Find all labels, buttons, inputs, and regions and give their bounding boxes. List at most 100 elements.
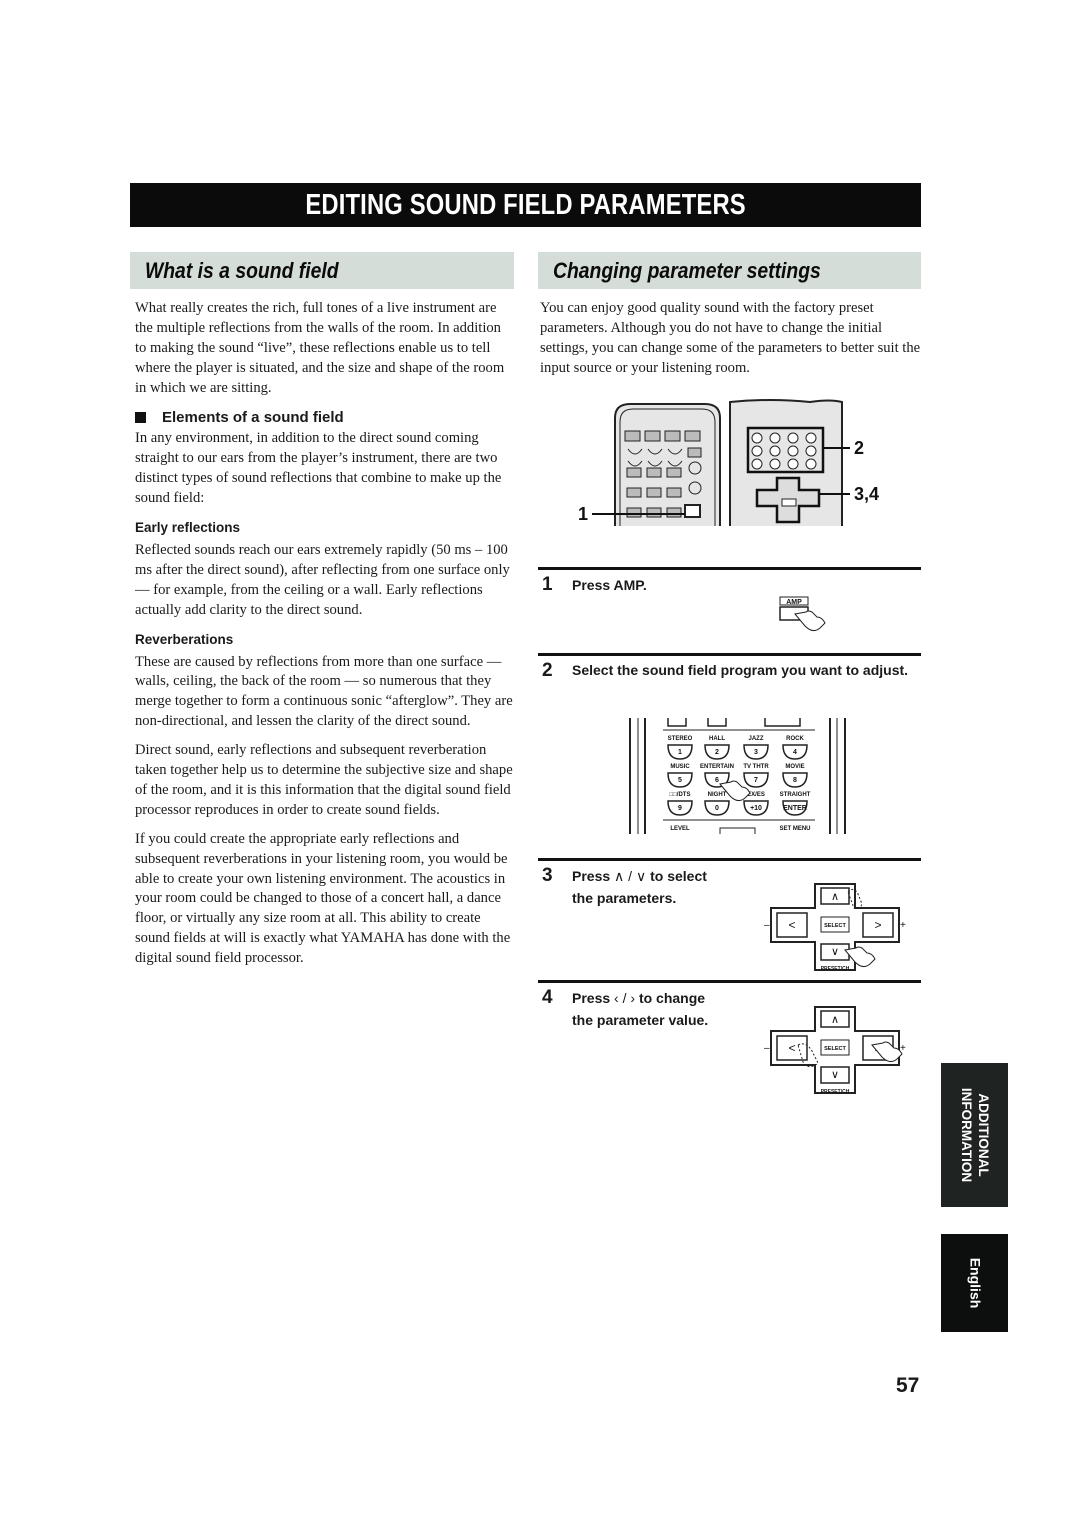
keypad-program-label: □□/DTS [670,792,691,798]
dpad-illustration-step4: ∧ < > SELECT ∨ PRESET/CH – + [764,1006,906,1095]
keypad-program-label: JAZZ [749,736,764,742]
keypad-key-label: 4 [793,749,797,756]
step-number: 3 [542,865,553,886]
step-text: to change [638,990,706,1006]
callout-3-4: 3,4 [854,484,879,504]
svg-text:∧: ∧ [831,891,839,903]
keypad-key-label: ENTER [783,805,807,812]
step-divider [538,567,921,570]
amp-button-illustration: AMP [779,596,826,632]
keypad-program-label: STRAIGHT [780,792,811,798]
keypad-program-label: MOVIE [785,764,804,770]
section-heading-text: Changing parameter settings [552,258,821,283]
callout-1: 1 [578,504,588,524]
right-intro-paragraph: You can enjoy good quality sound with th… [540,300,921,376]
step-text: Press AMP. [572,577,647,593]
page-title: EDITING SOUND FIELD PARAMETERS [305,189,746,221]
early-reflections-paragraph: Reflected sounds reach our ears extremel… [135,541,510,618]
direct-sound-paragraph: Direct sound, early reflections and subs… [135,742,513,818]
keypad-program-label: STEREO [668,736,693,742]
step-text: Press [572,868,611,884]
svg-text:<: < [788,918,795,932]
keypad-key-label: 9 [678,805,682,812]
keypad-key-label: 8 [793,777,797,784]
side-tab-label: English [967,1257,983,1309]
callout-2: 2 [854,438,864,458]
step-text: Press [572,990,611,1006]
step-text: to select [650,868,707,884]
preset-ch-label: PRESET/CH [821,966,850,972]
keypad-program-label: ROCK [786,736,804,742]
step-4: 4 Press ‹ / › to change the parameter val… [542,987,708,1031]
square-bullet-icon [135,411,146,423]
keypad-key-label: 6 [715,777,719,784]
svg-text:∨: ∨ [831,1069,839,1081]
svg-text:<: < [788,1041,795,1055]
right-intro: You can enjoy good quality sound with th… [540,299,922,388]
section-heading-changing-parameters: Changing parameter settings [538,252,921,289]
svg-text:∨: ∨ [831,946,839,958]
step-divider [538,858,921,861]
section-heading-text: What is a sound field [144,258,339,283]
reverberations-heading: Reverberations [135,631,234,647]
preset-ch-label: PRESET/CH [821,1089,850,1095]
keypad-key-label: +10 [750,805,762,812]
side-tab-label: ADDITIONAL INFORMATION [958,1088,992,1182]
keypad-key-label: 2 [715,749,719,756]
step-2: 2 Select the sound field program you want… [542,660,917,681]
keypad-key-label: 0 [715,805,719,812]
page-number: 57 [896,1374,920,1397]
remote-top-view [614,403,721,526]
keypad-program-label: HALL [709,736,725,742]
keypad-program-label: ENTERTAIN [700,764,734,770]
side-tab-line: INFORMATION [958,1087,974,1183]
step-divider [538,980,921,983]
keypad-footer-left: LEVEL [670,826,690,832]
elements-heading: Elements of a sound field [135,408,515,428]
early-reflections-heading: Early reflections [135,520,241,536]
step-number: 4 [542,987,553,1008]
svg-text:∧: ∧ [831,1014,839,1026]
step-divider [538,653,921,656]
reverberations-paragraph: These are caused by reflections from mor… [135,653,513,730]
step-text: the parameters. [572,890,677,906]
plus-label: + [900,920,906,931]
minus-label: – [764,920,770,931]
keypad-footer-right: SET MENU [779,826,810,832]
remote-control-illustration: 1 2 3,4 [578,399,879,526]
minus-label: – [764,1043,770,1054]
step-3: 3 Press ∧ / ∨ to select the parameters. [542,865,707,909]
keypad-key-label: 5 [678,777,682,784]
step-1: 1 Press AMP. [542,574,647,596]
step-text: the parameter value. [572,1012,709,1028]
keypad-program-label: TV THTR [743,764,769,770]
keypad-key-label: 3 [754,749,758,756]
elements-paragraph: In any environment, in addition to the d… [135,430,502,507]
select-label: SELECT [824,923,846,929]
step-text: Select the sound field program you want … [572,662,909,678]
svg-text:>: > [874,918,881,932]
keypad-key-label: 1 [678,749,682,756]
pointing-hand-icon [794,610,826,632]
up-down-arrow-icons: ∧ / ∨ [614,868,647,884]
elements-heading-text: Elements of a sound field [162,408,344,426]
left-right-arrow-icons: ‹ / › [614,990,636,1006]
side-tab-english[interactable]: English [941,1234,1008,1332]
keypad-program-label: NIGHT [708,792,727,798]
create-sound-field-paragraph: If you could create the appropriate earl… [135,830,511,967]
dpad-illustration-step3: ∧ < > SELECT ∨ PRESET/CH – + [764,883,906,972]
keypad-key-label: 7 [754,777,758,784]
step-number: 1 [542,574,553,595]
remote-bottom-view [729,399,843,526]
page-title-banner: EDITING SOUND FIELD PARAMETERS [130,183,921,227]
left-column: What really creates the rich, full tones… [135,299,515,978]
sound-field-keypad-illustration: STEREO 1 HALL 2 JAZZ 3 ROCK 4 MUSIC 5 ENTERTAIN 6 TV… [629,718,846,834]
select-label: SELECT [824,1046,846,1052]
side-tab-additional-information[interactable]: ADDITIONAL INFORMATION [941,1063,1008,1207]
section-heading-what-is-sound-field: What is a sound field [130,252,514,289]
step-number: 2 [542,660,553,681]
keypad-program-label: MUSIC [670,764,690,770]
side-tab-line: ADDITIONAL [975,1093,991,1177]
amp-label: AMP [786,599,802,606]
intro-paragraph: What really creates the rich, full tones… [135,300,505,396]
